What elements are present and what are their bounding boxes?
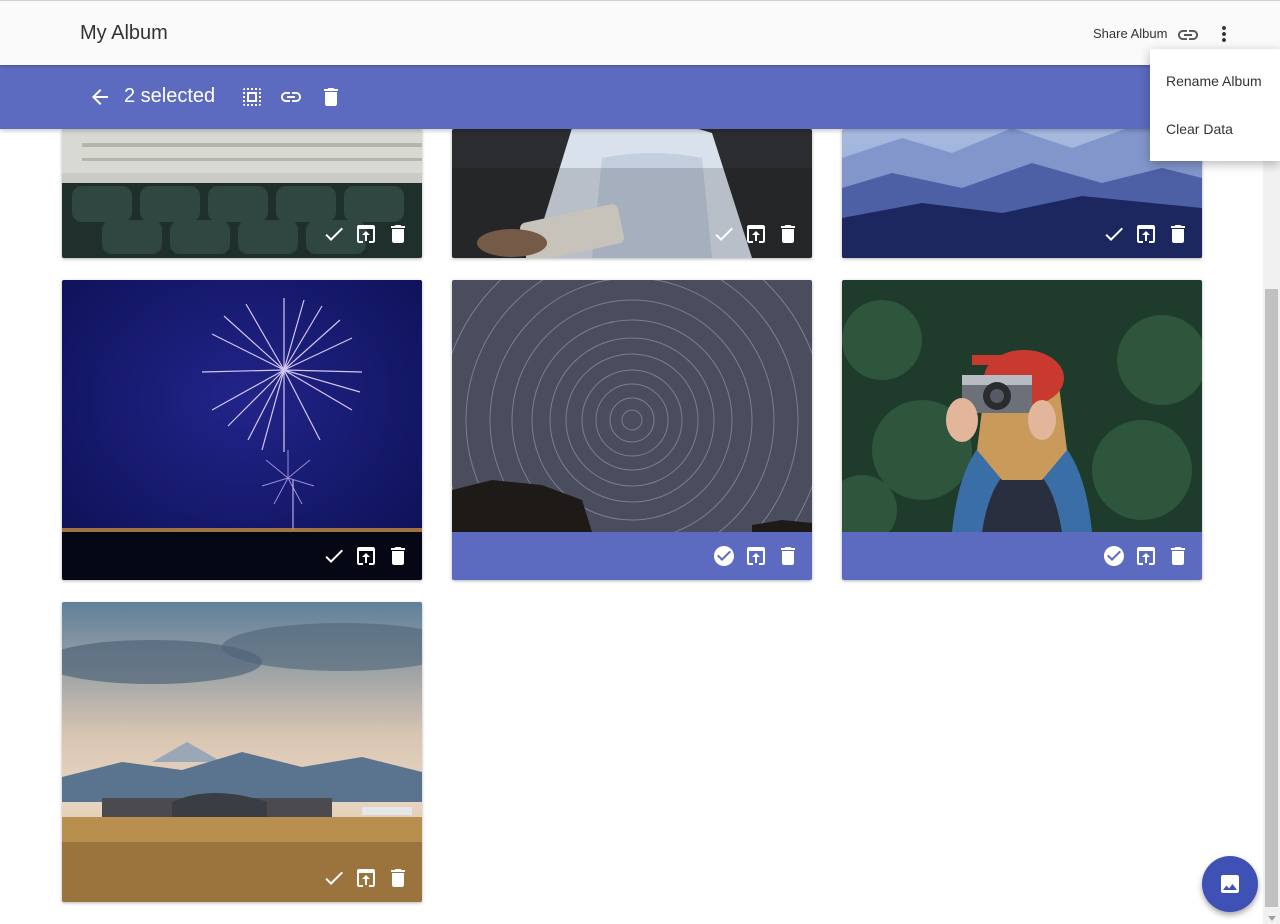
share-album-label[interactable]: Share Album [1093, 26, 1167, 41]
scroll-down-arrow-icon[interactable] [1268, 916, 1276, 921]
photo-star-trails [452, 280, 812, 532]
photo-actions [62, 210, 422, 258]
photo-card[interactable] [62, 602, 422, 902]
photo-actions [62, 532, 422, 580]
check-icon[interactable] [322, 866, 346, 890]
open-in-new-icon[interactable] [744, 544, 768, 568]
delete-icon[interactable] [1166, 222, 1190, 246]
open-in-new-icon[interactable] [354, 222, 378, 246]
album-app: My Album Share Album 2 selected Rename A… [0, 0, 1280, 924]
menu-item-rename-album[interactable]: Rename Album [1150, 57, 1280, 105]
delete-icon[interactable] [776, 222, 800, 246]
photo-card[interactable] [842, 280, 1202, 580]
page-scrollbar[interactable] [1263, 65, 1280, 924]
menu-item-clear-data[interactable]: Clear Data [1150, 105, 1280, 153]
scrollbar-thumb[interactable] [1265, 289, 1278, 907]
delete-icon[interactable] [386, 544, 410, 568]
open-in-new-icon[interactable] [354, 866, 378, 890]
delete-icon[interactable] [386, 866, 410, 890]
photo-card[interactable] [62, 280, 422, 580]
check-icon[interactable] [1102, 222, 1126, 246]
photo-actions [842, 210, 1202, 258]
add-image-fab[interactable] [1202, 856, 1258, 912]
more-vert-icon[interactable] [1212, 22, 1236, 46]
photo-card[interactable] [452, 129, 812, 258]
check-icon[interactable] [712, 222, 736, 246]
photo-actions-selected [452, 532, 812, 580]
delete-icon[interactable] [776, 544, 800, 568]
select-all-icon[interactable] [240, 85, 264, 109]
top-app-bar: My Album Share Album [0, 0, 1280, 65]
link-icon[interactable] [279, 85, 303, 109]
delete-icon[interactable] [1166, 544, 1190, 568]
selection-bar: 2 selected [0, 65, 1280, 129]
check-circle-icon[interactable] [1102, 544, 1126, 568]
check-icon[interactable] [322, 544, 346, 568]
photo-actions [452, 210, 812, 258]
open-in-new-icon[interactable] [1134, 544, 1158, 568]
share-link-icon[interactable] [1176, 23, 1200, 47]
open-in-new-icon[interactable] [354, 544, 378, 568]
photo-card[interactable] [62, 129, 422, 258]
check-icon[interactable] [322, 222, 346, 246]
image-icon [1221, 875, 1239, 893]
photo-card[interactable] [842, 129, 1202, 258]
photo-woman-camera [842, 280, 1202, 532]
delete-icon[interactable] [319, 85, 343, 109]
open-in-new-icon[interactable] [744, 222, 768, 246]
photo-actions-selected [842, 532, 1202, 580]
photo-actions [62, 854, 422, 902]
delete-icon[interactable] [386, 222, 410, 246]
arrow-back-icon[interactable] [88, 85, 112, 109]
photo-card[interactable] [452, 280, 812, 580]
check-circle-icon[interactable] [712, 544, 736, 568]
album-menu: Rename Album Clear Data [1150, 49, 1280, 161]
selected-count: 2 selected [124, 85, 216, 107]
open-in-new-icon[interactable] [1134, 222, 1158, 246]
album-title: My Album [80, 22, 168, 44]
